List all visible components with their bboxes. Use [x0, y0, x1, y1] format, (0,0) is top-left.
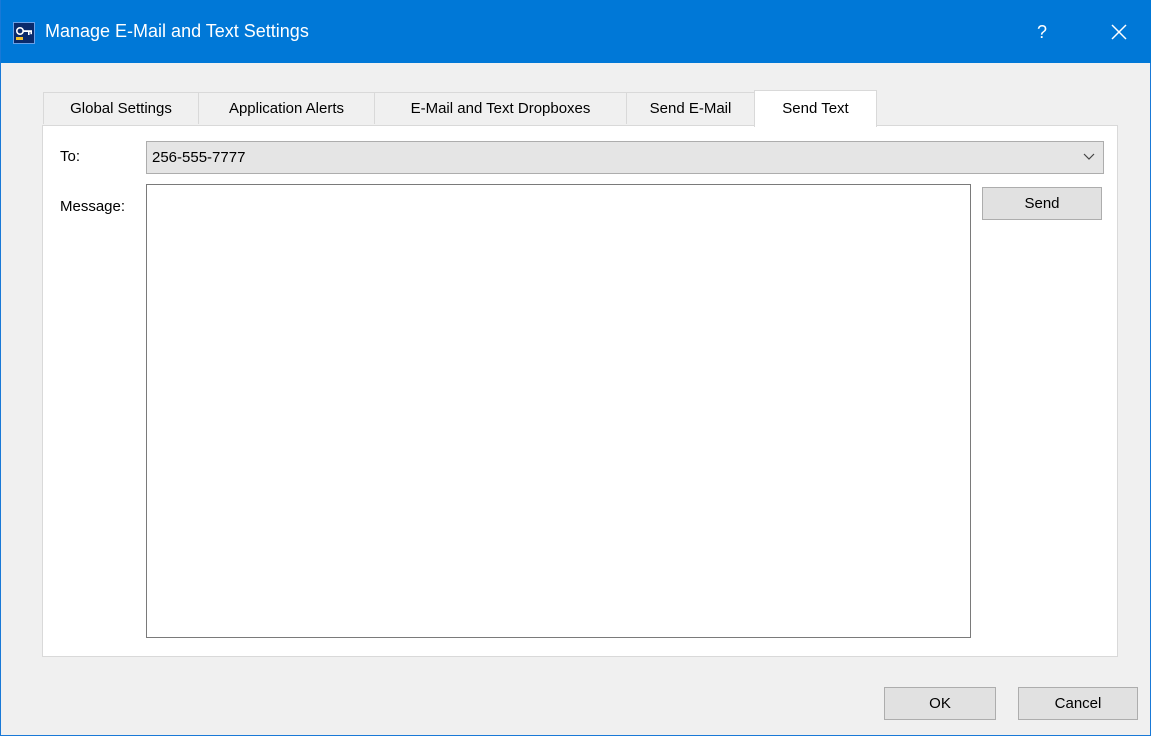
message-label: Message:	[60, 198, 126, 215]
tab-global-settings[interactable]: Global Settings	[43, 92, 199, 124]
tab-send-email[interactable]: Send E-Mail	[626, 92, 755, 124]
tab-application-alerts[interactable]: Application Alerts	[198, 92, 375, 124]
to-label: To:	[60, 148, 81, 165]
message-textarea[interactable]	[146, 184, 971, 638]
send-button[interactable]: Send	[982, 187, 1102, 220]
tab-send-text[interactable]: Send Text	[754, 90, 877, 127]
tab-email-text-dropboxes[interactable]: E-Mail and Text Dropboxes	[374, 92, 627, 124]
close-icon	[1111, 24, 1127, 40]
title-bar[interactable]: Manage E-Mail and Text Settings ?	[1, 0, 1151, 63]
help-button[interactable]: ?	[1016, 14, 1068, 50]
ok-button[interactable]: OK	[884, 687, 996, 720]
cancel-button[interactable]: Cancel	[1018, 687, 1138, 720]
dialog-window: Manage E-Mail and Text Settings ? Global…	[0, 0, 1151, 736]
chevron-down-icon	[1083, 153, 1095, 160]
to-combobox[interactable]: 256-555-7777	[146, 141, 1104, 174]
window-title: Manage E-Mail and Text Settings	[45, 21, 309, 41]
app-key-icon	[13, 22, 35, 44]
to-combobox-value: 256-555-7777	[152, 149, 246, 166]
close-button[interactable]	[1093, 14, 1145, 50]
